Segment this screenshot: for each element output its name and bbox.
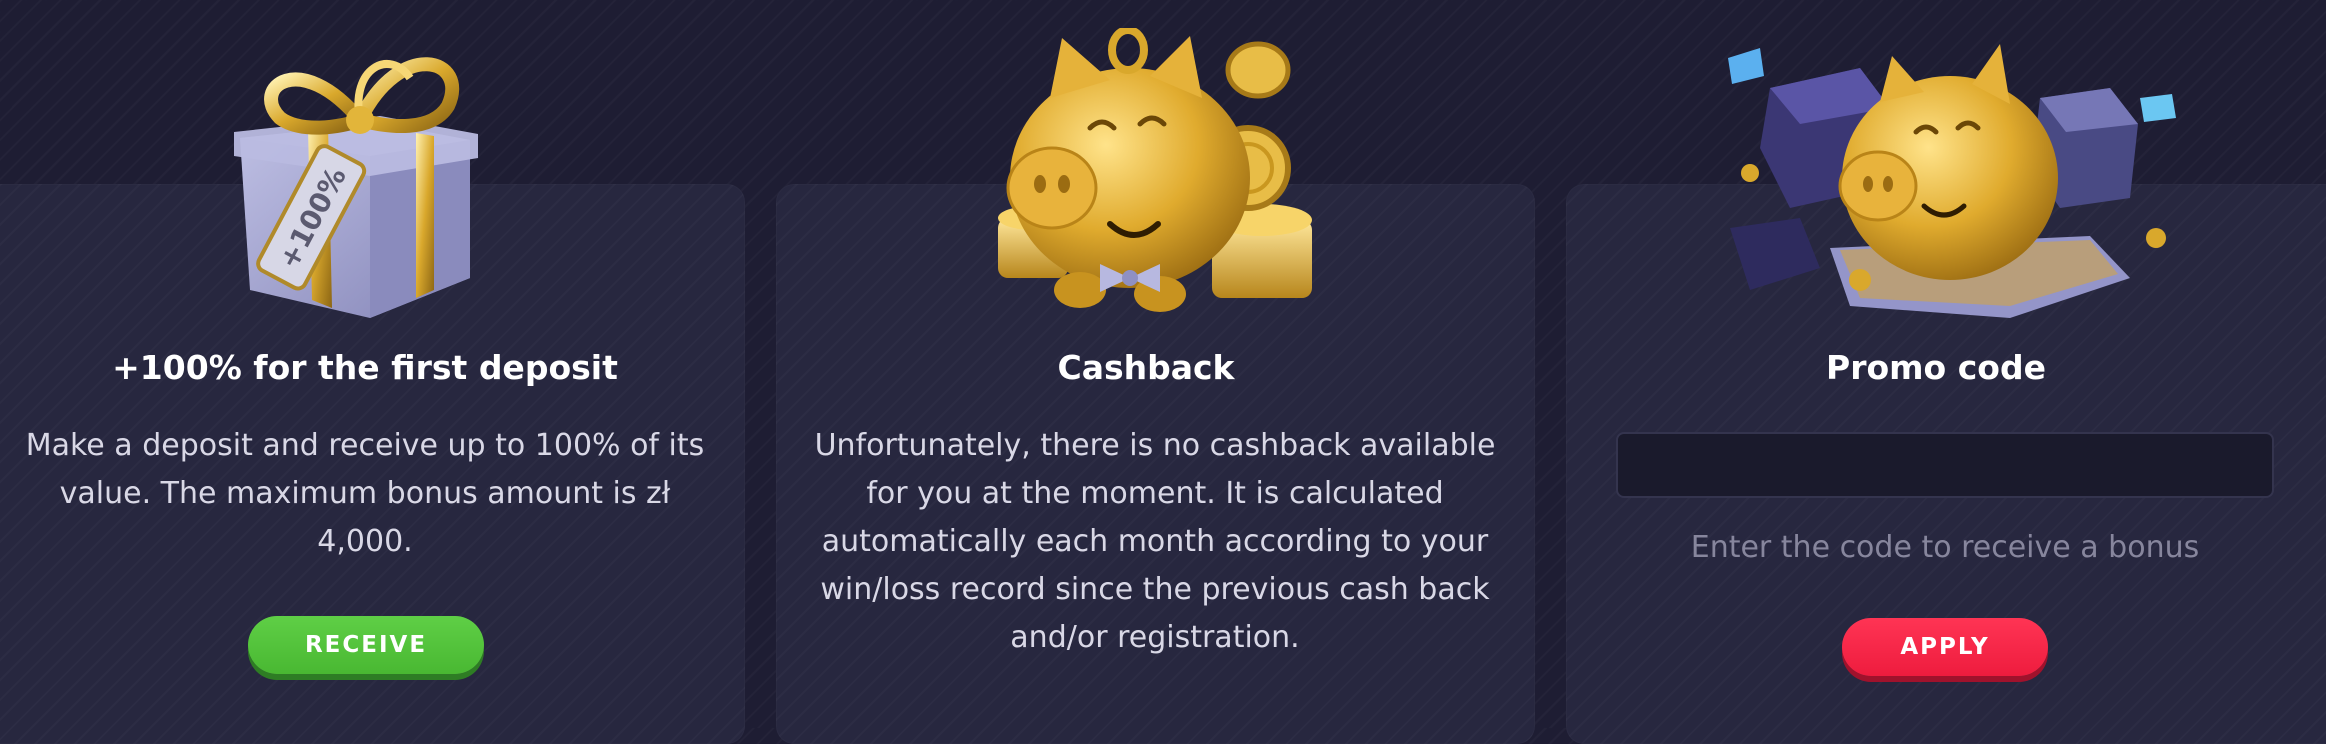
first-deposit-description: Make a deposit and receive up to 100% of… [25, 428, 705, 559]
promo-code-input[interactable] [1616, 432, 2274, 498]
receive-button[interactable]: RECEIVE [248, 616, 484, 674]
first-deposit-title: +100% for the first deposit [112, 348, 618, 387]
cashback-description: Unfortunately, there is no cashback avai… [814, 428, 1496, 655]
piggy-bank-coins-icon [998, 28, 1312, 312]
promo-code-hint: Enter the code to receive a bonus [1690, 530, 2200, 565]
gift-box-icon: +100% [234, 57, 478, 318]
apply-button[interactable]: APPLY [1842, 618, 2048, 676]
piggy-bank-gifts-icon [1728, 44, 2176, 318]
cashback-title: Cashback [1057, 348, 1235, 387]
promo-code-title: Promo code [1826, 348, 2046, 387]
